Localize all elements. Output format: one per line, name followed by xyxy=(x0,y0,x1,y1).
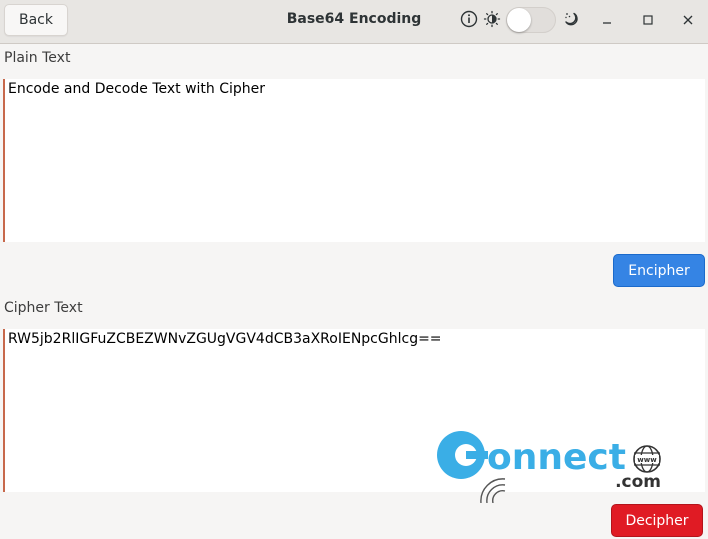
decipher-button[interactable]: Decipher xyxy=(611,504,703,537)
cipher-text-input[interactable]: RW5jb2RlIGFuZCBEZWNvZGUgVGV4dCB3aXRoIENp… xyxy=(3,329,705,492)
close-button[interactable] xyxy=(676,8,700,32)
maximize-icon xyxy=(643,15,653,25)
minimize-icon xyxy=(603,22,611,24)
maximize-button[interactable] xyxy=(636,8,660,32)
plain-text-label: Plain Text xyxy=(4,50,71,66)
plain-text-input[interactable]: Encode and Decode Text with Cipher xyxy=(3,79,705,242)
dark-mode-toggle[interactable] xyxy=(506,7,556,33)
header-bar: Back Base64 Encoding xyxy=(0,0,708,44)
moon-icon xyxy=(561,9,581,29)
cipher-text-label: Cipher Text xyxy=(4,300,83,316)
minimize-button[interactable] xyxy=(595,8,619,32)
close-icon xyxy=(683,15,693,25)
toggle-knob xyxy=(507,8,531,32)
back-button[interactable]: Back xyxy=(4,4,68,36)
encipher-button[interactable]: Encipher xyxy=(613,254,705,287)
sun-icon xyxy=(482,9,502,29)
info-icon[interactable] xyxy=(459,9,479,29)
